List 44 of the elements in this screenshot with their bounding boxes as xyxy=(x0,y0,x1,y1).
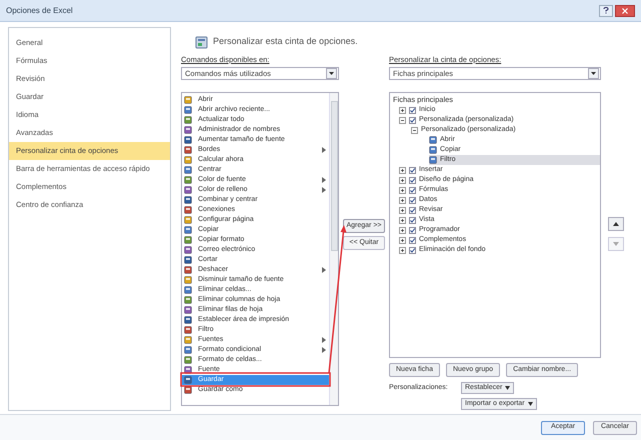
command-icon xyxy=(429,156,437,164)
command-icon xyxy=(184,136,192,144)
command-icon xyxy=(184,186,192,194)
up-arrow-icon xyxy=(613,222,619,226)
close-icon xyxy=(622,8,628,14)
command-icon xyxy=(184,216,192,224)
help-button[interactable] xyxy=(599,4,613,16)
command-icon xyxy=(184,266,192,274)
command-icon xyxy=(184,256,192,264)
command-icon xyxy=(184,166,192,174)
move-up-button[interactable] xyxy=(608,217,624,231)
options-icon xyxy=(195,36,208,48)
command-icon xyxy=(184,116,192,124)
command-icon xyxy=(184,306,192,314)
close-button[interactable] xyxy=(615,4,635,16)
command-icon xyxy=(184,326,192,334)
command-icon xyxy=(184,156,192,164)
command-icon xyxy=(429,136,437,144)
command-icon xyxy=(184,226,192,234)
command-icon xyxy=(184,276,192,284)
command-icon xyxy=(184,246,192,254)
command-icon xyxy=(184,336,192,344)
command-icon xyxy=(184,296,192,304)
command-icon xyxy=(184,286,192,294)
command-icon xyxy=(184,236,192,244)
command-icon xyxy=(184,196,192,204)
scrollbar[interactable] xyxy=(329,93,338,405)
command-icon xyxy=(184,346,192,354)
caret-icon xyxy=(528,402,533,406)
caret-icon xyxy=(505,386,510,390)
command-icon xyxy=(184,176,192,184)
command-icon xyxy=(429,146,437,154)
window-title: Opciones de Excel xyxy=(6,4,73,16)
command-icon xyxy=(184,316,192,324)
command-icon xyxy=(184,376,192,384)
command-icon xyxy=(184,126,192,134)
command-icon xyxy=(184,356,192,364)
command-icon xyxy=(184,96,192,104)
command-icon xyxy=(184,206,192,214)
command-icon xyxy=(184,146,192,154)
help-icon xyxy=(603,7,609,14)
down-arrow-icon xyxy=(613,242,619,246)
section-heading: Personalizar esta cinta de opciones. xyxy=(213,35,358,48)
command-icon xyxy=(184,106,192,114)
